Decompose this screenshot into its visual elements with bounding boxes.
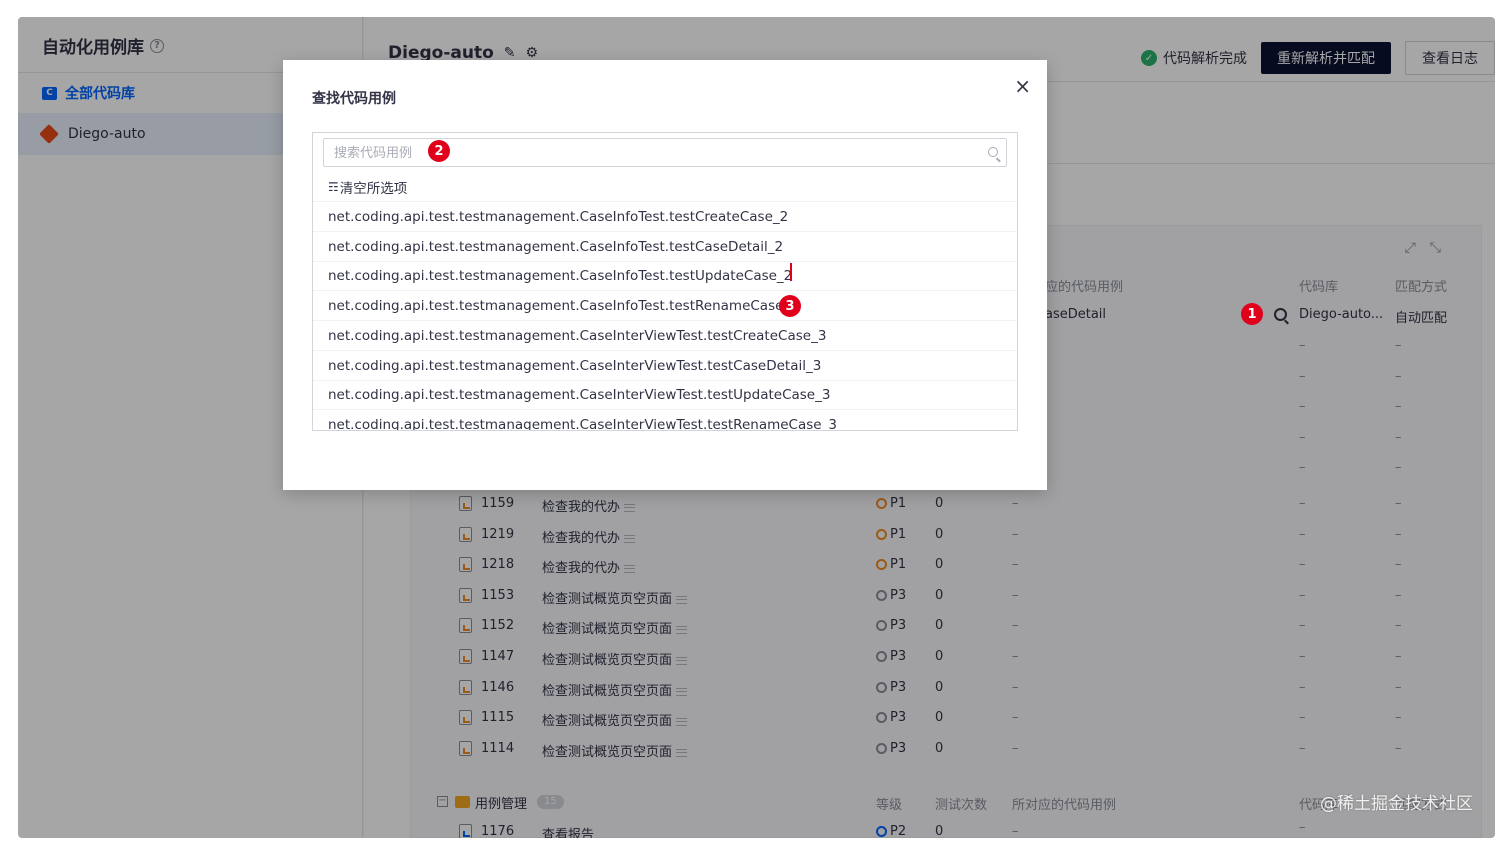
watermark: @稀土掘金技术社区 bbox=[1320, 794, 1473, 814]
code-case-option[interactable]: net.coding.api.test.testmanagement.CaseI… bbox=[313, 351, 1017, 381]
search-field bbox=[323, 138, 1007, 167]
annotation-badge-3: 3 bbox=[779, 295, 801, 317]
find-code-case-dialog: 查找代码用例 × ☶ 清空所选项 net.coding.api.test.tes… bbox=[283, 60, 1047, 490]
clear-icon: ☶ bbox=[328, 179, 339, 194]
code-case-option[interactable]: net.coding.api.test.testmanagement.CaseI… bbox=[313, 321, 1017, 351]
code-case-option[interactable]: net.coding.api.test.testmanagement.CaseI… bbox=[313, 410, 1017, 431]
code-case-option[interactable]: net.coding.api.test.testmanagement.CaseI… bbox=[313, 232, 1017, 262]
code-case-dropdown: ☶ 清空所选项 net.coding.api.test.testmanageme… bbox=[312, 132, 1018, 431]
code-case-option[interactable]: net.coding.api.test.testmanagement.CaseI… bbox=[313, 380, 1017, 410]
annotation-badge-1: 1 bbox=[1241, 303, 1263, 325]
code-case-option[interactable]: net.coding.api.test.testmanagement.CaseI… bbox=[313, 291, 1017, 321]
annotation-badge-2: 2 bbox=[428, 140, 450, 162]
app-window: 自动化用例库 ? C 全部代码库 Diego-auto Diego-auto ✎… bbox=[18, 17, 1495, 838]
close-icon[interactable]: × bbox=[1014, 74, 1031, 98]
clear-selection-option[interactable]: ☶ 清空所选项 bbox=[313, 172, 1017, 202]
code-case-option[interactable]: net.coding.api.test.testmanagement.CaseI… bbox=[313, 261, 1017, 291]
dialog-title: 查找代码用例 bbox=[312, 91, 396, 107]
code-case-option[interactable]: net.coding.api.test.testmanagement.CaseI… bbox=[313, 202, 1017, 232]
search-icon[interactable] bbox=[988, 147, 998, 157]
text-cursor bbox=[790, 263, 792, 281]
clear-selection-label: 清空所选项 bbox=[339, 180, 408, 197]
